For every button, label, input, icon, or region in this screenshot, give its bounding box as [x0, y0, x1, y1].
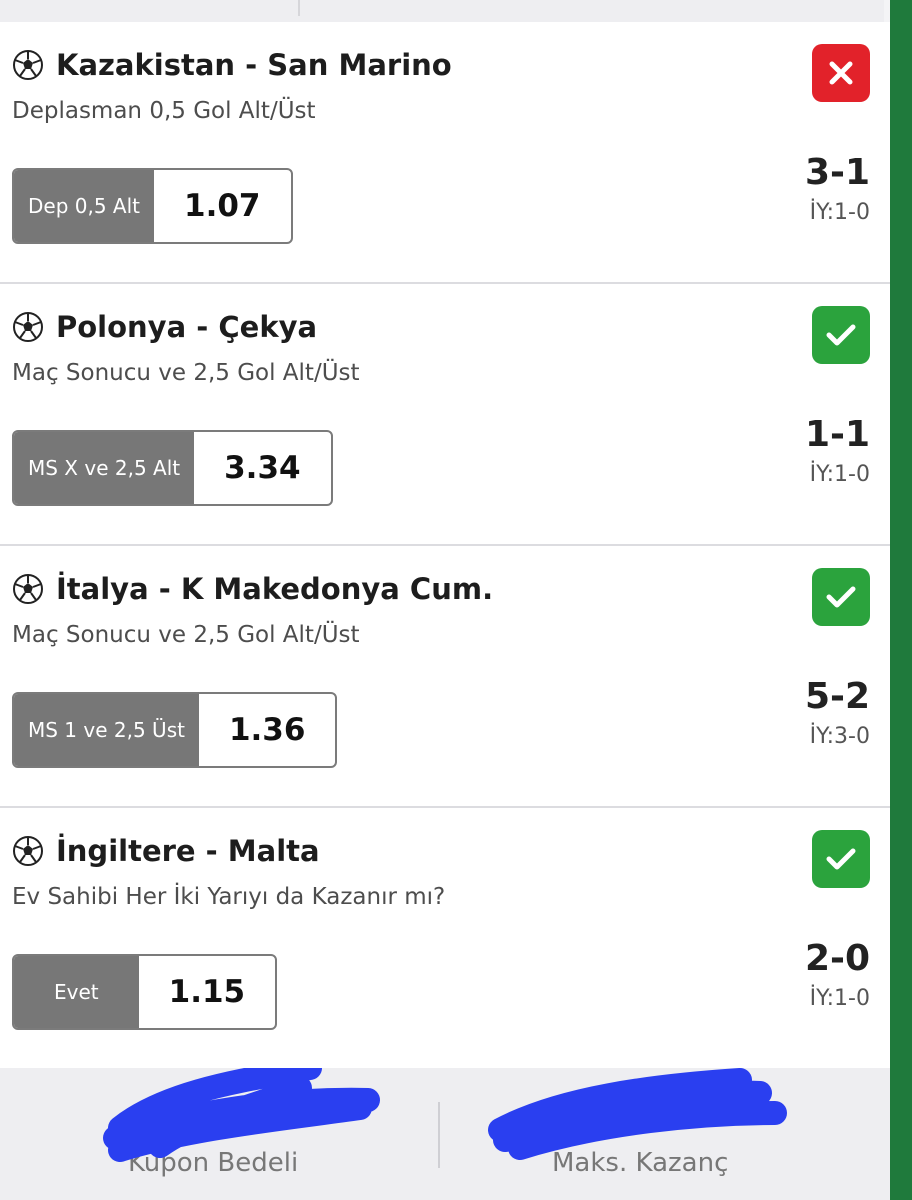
odds-value: 1.36 — [228, 712, 306, 748]
match-row: Kazakistan - San Marino — [12, 48, 452, 82]
halftime-score: İY:1-0 — [809, 986, 870, 1011]
match-row: İngiltere - Malta — [12, 834, 320, 868]
soccer-ball-icon — [13, 50, 43, 80]
odds-value: 1.07 — [184, 188, 261, 224]
divider — [298, 0, 300, 16]
selection-label: MS X ve 2,5 Alt — [14, 432, 195, 504]
halftime-score: İY:1-0 — [809, 462, 870, 487]
final-score: 5-2 — [804, 676, 870, 717]
soccer-ball-icon — [13, 312, 43, 342]
odds-value: 3.34 — [224, 450, 301, 486]
market-name: Maç Sonucu ve 2,5 Gol Alt/Üst — [12, 360, 360, 386]
check-icon — [826, 848, 856, 870]
scroll-accent-bar — [890, 0, 912, 1200]
selection-box[interactable]: MS 1 ve 2,5 Üst 1.36 — [12, 692, 338, 768]
selection-box[interactable]: Evet 1.15 — [12, 954, 278, 1030]
match-title: Kazakistan - San Marino — [56, 48, 452, 82]
soccer-ball-icon — [13, 836, 43, 866]
coupon-footer: Kupon Bedeli Maks. Kazanç — [0, 1068, 890, 1200]
check-icon — [826, 324, 856, 346]
final-score: 3-1 — [804, 152, 870, 193]
halftime-score: İY:3-0 — [809, 724, 870, 749]
check-icon — [826, 586, 856, 608]
match-row: İtalya - K Makedonya Cum. — [12, 572, 493, 606]
bet-card[interactable]: İngiltere - Malta Ev Sahibi Her İki Yarı… — [0, 808, 890, 1070]
x-icon — [829, 61, 853, 85]
selection-box[interactable]: Dep 0,5 Alt 1.07 — [12, 168, 293, 244]
top-strip — [0, 0, 890, 22]
status-lost-badge — [812, 44, 870, 102]
status-won-badge — [812, 306, 870, 364]
market-name: Maç Sonucu ve 2,5 Gol Alt/Üst — [12, 622, 360, 648]
match-title: İtalya - K Makedonya Cum. — [56, 572, 494, 606]
match-title: İngiltere - Malta — [56, 834, 320, 868]
soccer-ball-icon — [13, 574, 43, 604]
odds-value: 1.15 — [168, 974, 246, 1010]
selection-label: Evet — [14, 956, 139, 1028]
bet-card[interactable]: Polonya - Çekya Maç Sonucu ve 2,5 Gol Al… — [0, 284, 890, 546]
market-name: Ev Sahibi Her İki Yarıyı da Kazanır mı? — [12, 884, 446, 910]
status-won-badge — [812, 830, 870, 888]
match-title: Polonya - Çekya — [56, 310, 318, 344]
bet-list: Kazakistan - San Marino Deplasman 0,5 Go… — [0, 22, 890, 1070]
final-score: 2-0 — [804, 938, 870, 979]
selection-label: Dep 0,5 Alt — [14, 170, 155, 242]
market-name: Deplasman 0,5 Gol Alt/Üst — [12, 98, 316, 124]
halftime-score: İY:1-0 — [809, 200, 870, 225]
final-score: 1-1 — [804, 414, 870, 455]
redaction-scribble — [103, 1068, 787, 1162]
status-won-badge — [812, 568, 870, 626]
selection-label: MS 1 ve 2,5 Üst — [14, 694, 199, 766]
match-row: Polonya - Çekya — [12, 310, 317, 344]
bet-card[interactable]: Kazakistan - San Marino Deplasman 0,5 Go… — [0, 22, 890, 284]
bet-card[interactable]: İtalya - K Makedonya Cum. Maç Sonucu ve … — [0, 546, 890, 808]
selection-box[interactable]: MS X ve 2,5 Alt 3.34 — [12, 430, 333, 506]
